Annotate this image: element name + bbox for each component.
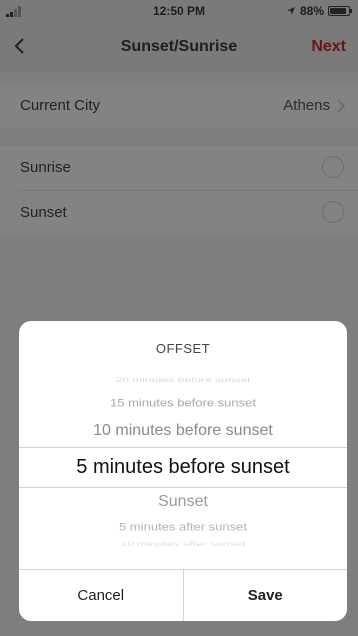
offset-picker-modal: OFFSET 20 minutes before sunset 15 minut… xyxy=(19,321,347,621)
sunrise-label: Sunrise xyxy=(20,159,71,176)
cancel-button[interactable]: Cancel xyxy=(19,570,183,621)
current-city-value: Athens xyxy=(283,97,330,114)
battery-icon xyxy=(328,6,352,16)
picker-option[interactable]: Sunset xyxy=(19,493,347,511)
modal-footer: Cancel Save xyxy=(19,569,347,621)
navigation-bar: Sunset/Sunrise Next xyxy=(0,22,358,72)
chevron-right-icon xyxy=(337,99,346,113)
picker-option-selected[interactable]: 5 minutes before sunset xyxy=(19,456,347,479)
picker-option[interactable]: 5 minutes after sunset xyxy=(19,520,347,533)
sunrise-radio[interactable] xyxy=(322,156,344,178)
current-city-row[interactable]: Current City Athens xyxy=(0,84,358,128)
selection-bottom-border xyxy=(19,487,347,488)
picker-option[interactable]: 10 minutes after sunset xyxy=(19,541,347,548)
page-title: Sunset/Sunrise xyxy=(120,38,238,55)
offset-picker[interactable]: 20 minutes before sunset 15 minutes befo… xyxy=(19,369,347,569)
sunset-radio[interactable] xyxy=(322,201,344,223)
picker-option[interactable]: 15 minutes before sunset xyxy=(19,396,347,409)
status-bar: 12:50 PM 88% xyxy=(0,0,358,22)
sunrise-row[interactable]: Sunrise xyxy=(0,146,358,190)
current-city-label: Current City xyxy=(20,97,101,114)
modal-heading: OFFSET xyxy=(155,341,211,356)
save-button[interactable]: Save xyxy=(182,570,348,621)
picker-option[interactable]: 10 minutes before sunset xyxy=(19,422,347,440)
battery-percent: 88% xyxy=(299,4,324,18)
next-button[interactable]: Next xyxy=(311,38,346,56)
picker-option[interactable]: 20 minutes before sunset xyxy=(19,376,347,384)
location-arrow-icon xyxy=(286,7,295,15)
selection-top-border xyxy=(19,447,347,448)
sunset-row[interactable]: Sunset xyxy=(0,191,358,235)
sunset-label: Sunset xyxy=(20,204,67,221)
